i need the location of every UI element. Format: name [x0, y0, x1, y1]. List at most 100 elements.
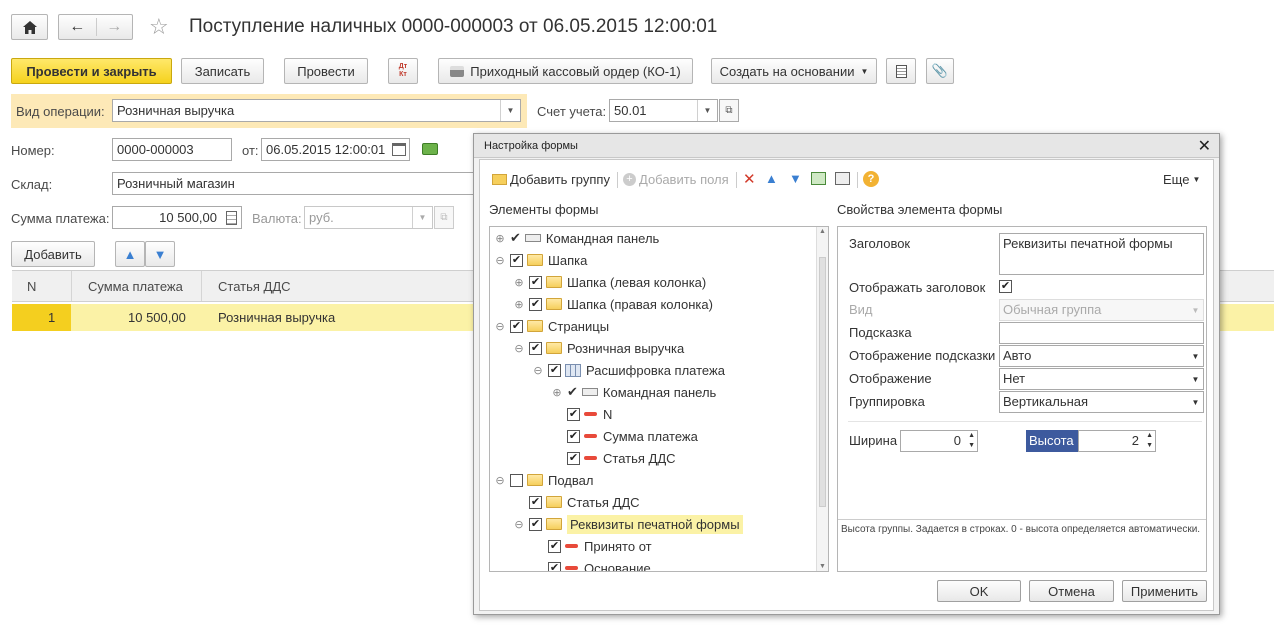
checkmark-icon[interactable]: ✔	[567, 384, 578, 400]
currency-select[interactable]: руб. ▼	[304, 206, 433, 229]
tree-item[interactable]: ⊕ ✔ Командная панель	[551, 381, 716, 403]
warehouse-field[interactable]: Розничный магазин	[112, 172, 482, 195]
checkbox[interactable]: ✔	[567, 451, 580, 465]
move-up-button[interactable]: ▲	[115, 241, 145, 267]
arrow-down-icon[interactable]: ▼	[789, 171, 802, 186]
checkbox[interactable]: ✔	[510, 319, 523, 333]
hint-display-select[interactable]: Авто ▼	[999, 345, 1204, 367]
checkbox[interactable]	[510, 473, 523, 487]
close-icon[interactable]: ✕	[1198, 136, 1211, 156]
check-all-icon[interactable]	[811, 172, 826, 185]
number-field[interactable]: 0000-000003	[112, 138, 232, 161]
grouping-select[interactable]: Вертикальная ▼	[999, 391, 1204, 413]
delete-icon[interactable]: ✕	[743, 170, 756, 188]
collapse-icon[interactable]: ⊖	[494, 320, 506, 333]
width-field[interactable]: 0 ▲ ▼	[900, 430, 978, 452]
tree-item[interactable]: ⊖ ✔ Страницы	[494, 315, 609, 337]
checkbox[interactable]: ✔	[529, 495, 542, 509]
height-field[interactable]: 2 ▲ ▼	[1078, 430, 1156, 452]
spinner-icon[interactable]: ▲ ▼	[968, 431, 975, 451]
report-button[interactable]	[886, 58, 916, 84]
checkbox[interactable]: ✔	[567, 429, 580, 443]
date-field[interactable]: 06.05.2015 12:00:01	[261, 138, 410, 161]
check-status-icon[interactable]	[422, 143, 438, 155]
expand-icon[interactable]: ⊕	[513, 298, 525, 311]
form-elements-tree[interactable]: ⊕ ✔ Командная панель ⊖ ✔ Шапка ⊕ ✔ Шапка (лева…	[489, 226, 829, 572]
tree-item[interactable]: ⊖ Подвал	[494, 469, 593, 491]
post-button[interactable]: Провести	[284, 58, 368, 84]
dt-kt-button[interactable]: Дт Кт	[388, 58, 418, 84]
chevron-down-icon[interactable]: ▼	[500, 100, 520, 121]
tree-item[interactable]: ✔ Принято от	[548, 535, 652, 557]
operation-select[interactable]: Розничная выручка ▼	[112, 99, 521, 122]
chevron-down-icon[interactable]: ▼	[1188, 346, 1203, 366]
tree-item[interactable]: ✔ Сумма платежа	[567, 425, 698, 447]
create-based-button[interactable]: Создать на основании ▼	[711, 58, 877, 84]
home-button[interactable]	[11, 14, 48, 40]
collapse-icon[interactable]: ⊖	[513, 518, 525, 531]
tree-item[interactable]: ✔ Статья ДДС	[567, 447, 676, 469]
forward-arrow-icon[interactable]: →	[95, 18, 133, 36]
back-arrow-icon[interactable]: ←	[59, 18, 96, 36]
arrow-up-icon[interactable]: ▲	[765, 171, 778, 186]
account-select[interactable]: 50.01 ▼	[609, 99, 718, 122]
hint-field[interactable]	[999, 322, 1204, 344]
chevron-down-icon[interactable]: ▼	[1188, 369, 1203, 389]
save-button[interactable]: Записать	[181, 58, 264, 84]
tree-item[interactable]: ✔ Основание	[548, 557, 651, 571]
expand-icon[interactable]: ⊕	[551, 386, 563, 399]
column-header-n[interactable]: N	[27, 279, 36, 294]
checkbox[interactable]: ✔	[529, 517, 542, 531]
post-and-close-button[interactable]: Провести и закрыть	[11, 58, 172, 84]
calculator-icon[interactable]	[226, 211, 237, 225]
open-icon[interactable]: ⧉	[434, 206, 454, 229]
checkbox[interactable]: ✔	[529, 341, 542, 355]
collapse-icon[interactable]: ⊖	[532, 364, 544, 377]
expand-icon[interactable]: ⊕	[494, 232, 506, 245]
column-header-sum[interactable]: Сумма платежа	[88, 279, 183, 294]
heading-field[interactable]: Реквизиты печатной формы	[999, 233, 1204, 275]
tree-item[interactable]: ✔ Статья ДДС	[529, 491, 640, 513]
uncheck-all-icon[interactable]	[835, 172, 850, 185]
add-fields-button[interactable]: + Добавить поля	[623, 172, 729, 187]
ok-button[interactable]: OK	[937, 580, 1021, 602]
attach-button[interactable]: 📎	[926, 58, 954, 84]
checkbox[interactable]: ✔	[548, 539, 561, 553]
add-row-button[interactable]: Добавить	[11, 241, 95, 267]
tree-item[interactable]: ⊕ ✔ Шапка (правая колонка)	[513, 293, 713, 315]
collapse-icon[interactable]: ⊖	[513, 342, 525, 355]
cancel-button[interactable]: Отмена	[1029, 580, 1114, 602]
collapse-icon[interactable]: ⊖	[494, 474, 506, 487]
checkbox[interactable]: ✔	[510, 253, 523, 267]
apply-button[interactable]: Применить	[1122, 580, 1207, 602]
more-menu-button[interactable]: Еще ▼	[1163, 172, 1200, 187]
move-down-button[interactable]: ▼	[145, 241, 175, 267]
show-heading-checkbox[interactable]: ✔	[999, 280, 1012, 293]
chevron-down-icon[interactable]: ▼	[412, 207, 432, 228]
add-group-button[interactable]: Добавить группу	[492, 172, 610, 187]
tree-item[interactable]: ⊕ ✔ Командная панель	[494, 227, 659, 249]
open-icon[interactable]: ⧉	[719, 99, 739, 122]
checkbox[interactable]: ✔	[567, 407, 580, 421]
collapse-icon[interactable]: ⊖	[494, 254, 506, 267]
checkbox[interactable]: ✔	[529, 297, 542, 311]
checkbox[interactable]: ✔	[548, 363, 561, 377]
expand-icon[interactable]: ⊕	[513, 276, 525, 289]
tree-scrollbar[interactable]: ▲ ▼	[816, 227, 828, 571]
sum-field[interactable]: 10 500,00	[112, 206, 242, 229]
view-select[interactable]: Обычная группа ▼	[999, 299, 1204, 321]
scroll-down-icon[interactable]: ▼	[819, 563, 826, 570]
tree-item-selected[interactable]: ⊖ ✔ Реквизиты печатной формы	[513, 513, 743, 535]
calendar-icon[interactable]	[392, 143, 406, 156]
display-select[interactable]: Нет ▼	[999, 368, 1204, 390]
tree-item[interactable]: ⊖ ✔ Розничная выручка	[513, 337, 684, 359]
chevron-down-icon[interactable]: ▼	[1188, 392, 1203, 412]
column-header-article[interactable]: Статья ДДС	[218, 279, 291, 294]
checkmark-icon[interactable]: ✔	[510, 230, 521, 246]
tree-item[interactable]: ✔ N	[567, 403, 612, 425]
help-icon[interactable]: ?	[863, 171, 879, 187]
tree-item[interactable]: ⊕ ✔ Шапка (левая колонка)	[513, 271, 706, 293]
scroll-up-icon[interactable]: ▲	[819, 228, 826, 235]
print-order-button[interactable]: Приходный кассовый ордер (КО-1)	[438, 58, 693, 84]
spinner-icon[interactable]: ▲ ▼	[1146, 431, 1153, 451]
